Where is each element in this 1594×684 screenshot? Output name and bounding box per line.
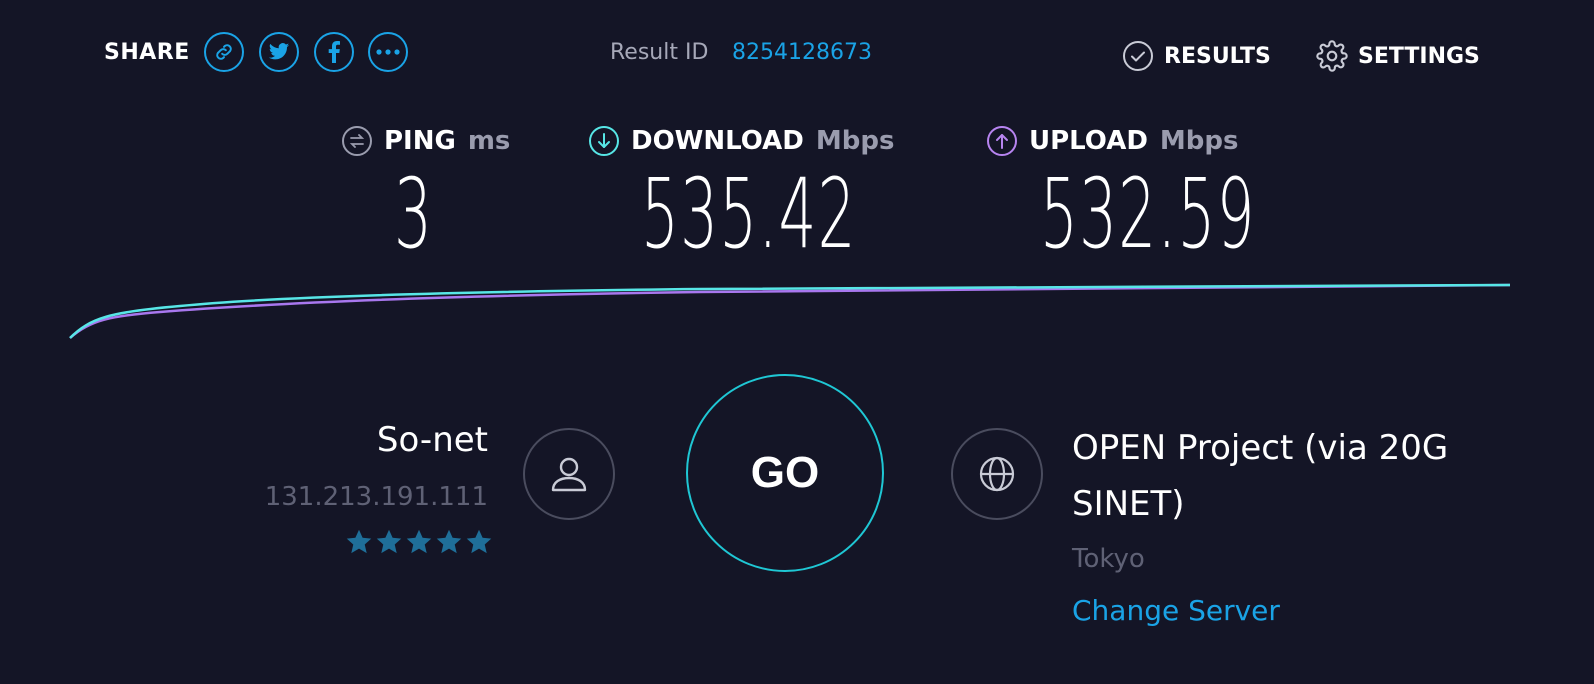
ping-unit: ms xyxy=(467,126,511,156)
ping-label: PING xyxy=(384,126,456,156)
star-icon xyxy=(436,529,462,554)
share-more-button[interactable] xyxy=(368,32,408,72)
twitter-icon xyxy=(268,43,290,60)
isp-rating[interactable] xyxy=(345,528,493,556)
settings-button[interactable]: SETTINGS xyxy=(1316,40,1480,72)
upload-speed-line xyxy=(69,283,1511,339)
upload-header: UPLOAD Mbps xyxy=(987,126,1239,156)
ping-icon xyxy=(342,126,372,156)
results-button[interactable]: RESULTS xyxy=(1122,40,1271,72)
upload-unit: Mbps xyxy=(1159,126,1239,156)
globe-icon xyxy=(979,456,1015,492)
results-label: RESULTS xyxy=(1164,43,1271,69)
result-id-label: Result ID xyxy=(610,40,709,65)
star-icon xyxy=(376,529,402,554)
server-location: Tokyo xyxy=(1072,544,1145,574)
isp-name: So-net xyxy=(376,420,488,460)
ping-value: 3 xyxy=(394,158,434,270)
server-name: OPEN Project (via 20G SINET) xyxy=(1072,428,1449,524)
isp-ip-address: 131.213.191.111 xyxy=(264,482,488,512)
share-facebook-button[interactable] xyxy=(314,32,354,72)
facebook-icon xyxy=(328,41,340,63)
speed-graph xyxy=(69,283,1511,339)
download-speed-line xyxy=(69,283,1511,339)
share-label: SHARE xyxy=(104,40,190,65)
user-icon xyxy=(551,457,587,492)
share-link-button[interactable] xyxy=(204,32,244,72)
upload-value: 532.59 xyxy=(1040,158,1256,270)
download-label: DOWNLOAD xyxy=(631,126,804,156)
settings-label: SETTINGS xyxy=(1358,43,1480,69)
check-circle-icon xyxy=(1123,41,1153,71)
more-icon xyxy=(376,49,400,55)
star-icon xyxy=(466,529,492,554)
star-icon xyxy=(406,529,432,554)
download-icon xyxy=(589,126,619,156)
star-icon xyxy=(346,529,372,554)
share-twitter-button[interactable] xyxy=(259,32,299,72)
result-id-link[interactable]: 8254128673 xyxy=(732,40,872,65)
go-button[interactable]: GO xyxy=(686,374,884,572)
download-unit: Mbps xyxy=(815,126,895,156)
download-value: 535.42 xyxy=(641,158,857,270)
ping-header: PING ms xyxy=(342,126,510,156)
gear-icon xyxy=(1316,40,1348,72)
upload-label: UPLOAD xyxy=(1029,126,1148,156)
server-globe xyxy=(951,428,1043,520)
download-header: DOWNLOAD Mbps xyxy=(589,126,894,156)
link-icon xyxy=(216,44,232,60)
upload-icon xyxy=(987,126,1017,156)
change-server-link[interactable]: Change Server xyxy=(1072,594,1280,627)
isp-avatar xyxy=(523,428,615,520)
